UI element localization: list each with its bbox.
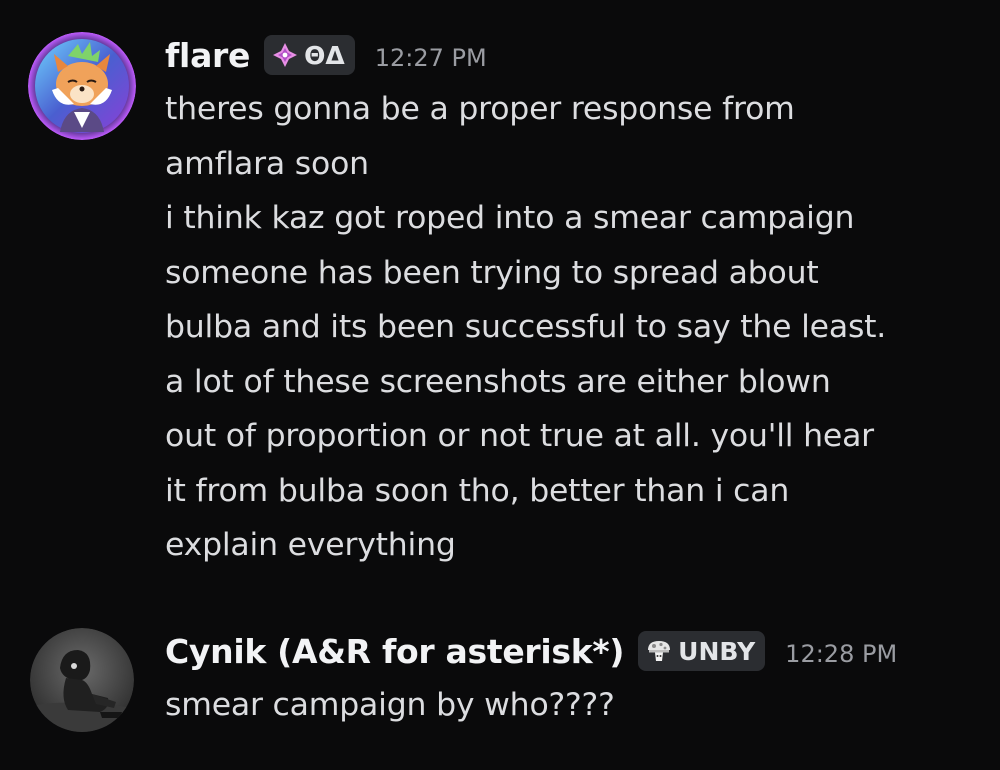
tag-label: UNBY xyxy=(678,636,756,666)
timestamp: 12:27 PM xyxy=(374,44,487,72)
mushroom-icon xyxy=(646,638,672,664)
server-tag[interactable]: ΘΔ xyxy=(264,35,355,75)
message-content: smear campaign by who???? xyxy=(165,678,985,733)
server-tag[interactable]: UNBY xyxy=(638,631,766,671)
message-header: Cynik (A&R for asterisk*) UNBY 12:28 PM xyxy=(165,626,897,676)
message-line: smear campaign by who???? xyxy=(165,687,615,723)
sparkle-diamond-icon xyxy=(272,42,298,68)
message-line: theres gonna be a proper response from xyxy=(165,91,795,127)
message-line: bulba and its been successful to say the… xyxy=(165,309,887,345)
message-content: theres gonna be a proper response from a… xyxy=(165,82,985,573)
message-line: out of proportion or not true at all. yo… xyxy=(165,418,874,454)
username[interactable]: Cynik (A&R for asterisk*) xyxy=(165,632,624,671)
tag-label: ΘΔ xyxy=(304,40,345,70)
chat-view: { "messages": [ { "username": "flare", "… xyxy=(0,0,1000,770)
fox-avatar[interactable] xyxy=(28,32,136,140)
message-line: explain everything xyxy=(165,527,456,563)
hooded-figure-avatar[interactable] xyxy=(30,628,134,732)
message-header: flare ΘΔ 12:27 PM xyxy=(165,30,487,80)
timestamp: 12:28 PM xyxy=(785,640,898,668)
username[interactable]: flare xyxy=(165,36,250,75)
message-line: a lot of these screenshots are either bl… xyxy=(165,363,831,400)
message-line: someone has been trying to spread about xyxy=(165,254,819,291)
message-line: amflara soon xyxy=(165,145,369,182)
message-line: it from bulba soon tho, better than i ca… xyxy=(165,472,790,509)
message-line: i think kaz got roped into a smear campa… xyxy=(165,200,855,236)
